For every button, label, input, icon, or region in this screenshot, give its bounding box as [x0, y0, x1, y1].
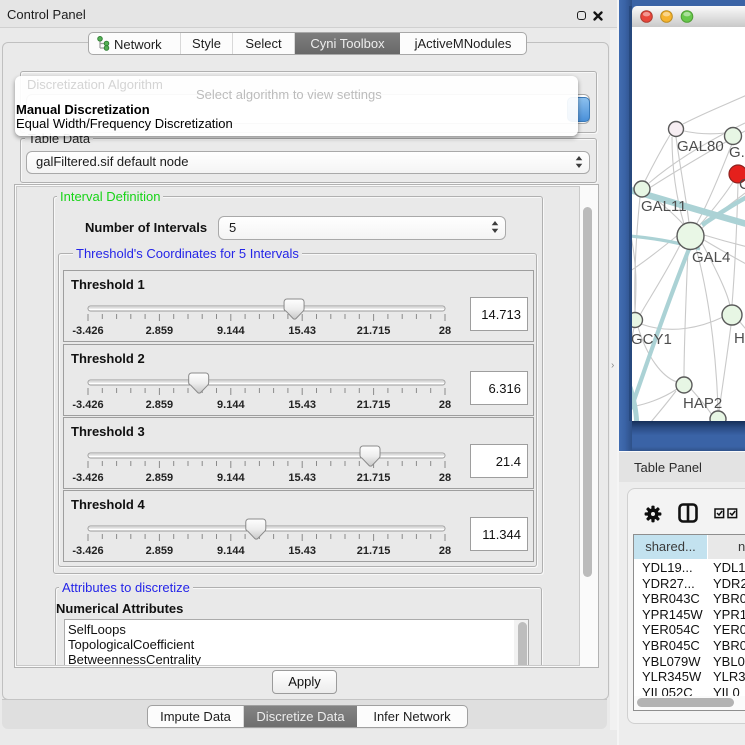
svg-text:9.144: 9.144: [217, 325, 245, 337]
svg-text:28: 28: [439, 399, 451, 411]
svg-text:H: H: [734, 330, 745, 347]
svg-text:9.144: 9.144: [217, 472, 245, 484]
svg-text:GCY1: GCY1: [632, 331, 672, 348]
svg-text:9.144: 9.144: [217, 399, 245, 411]
svg-text:-3.426: -3.426: [72, 399, 103, 411]
svg-text:C: C: [739, 176, 745, 193]
svg-text:21.715: 21.715: [357, 325, 391, 337]
svg-text:15.43: 15.43: [288, 545, 316, 557]
svg-text:-3.426: -3.426: [72, 545, 103, 557]
svg-text:-3.426: -3.426: [72, 325, 103, 337]
svg-text:15.43: 15.43: [288, 325, 316, 337]
svg-text:21.715: 21.715: [357, 472, 391, 484]
svg-text:21.715: 21.715: [357, 545, 391, 557]
svg-text:21.715: 21.715: [357, 399, 391, 411]
svg-text:15.43: 15.43: [288, 472, 316, 484]
svg-text:9.144: 9.144: [217, 545, 245, 557]
svg-text:2.859: 2.859: [146, 325, 174, 337]
svg-text:-3.426: -3.426: [72, 472, 103, 484]
svg-text:HAP2: HAP2: [683, 395, 722, 412]
svg-text:2.859: 2.859: [146, 472, 174, 484]
svg-text:28: 28: [439, 472, 451, 484]
svg-text:2.859: 2.859: [146, 399, 174, 411]
svg-text:GAL11: GAL11: [641, 198, 687, 215]
svg-text:2.859: 2.859: [146, 545, 174, 557]
svg-text:28: 28: [439, 545, 451, 557]
svg-text:GAL4: GAL4: [692, 249, 730, 266]
svg-text:28: 28: [439, 325, 451, 337]
svg-text:GAL80: GAL80: [677, 138, 724, 155]
svg-text:G.: G.: [729, 144, 745, 161]
svg-text:15.43: 15.43: [288, 399, 316, 411]
